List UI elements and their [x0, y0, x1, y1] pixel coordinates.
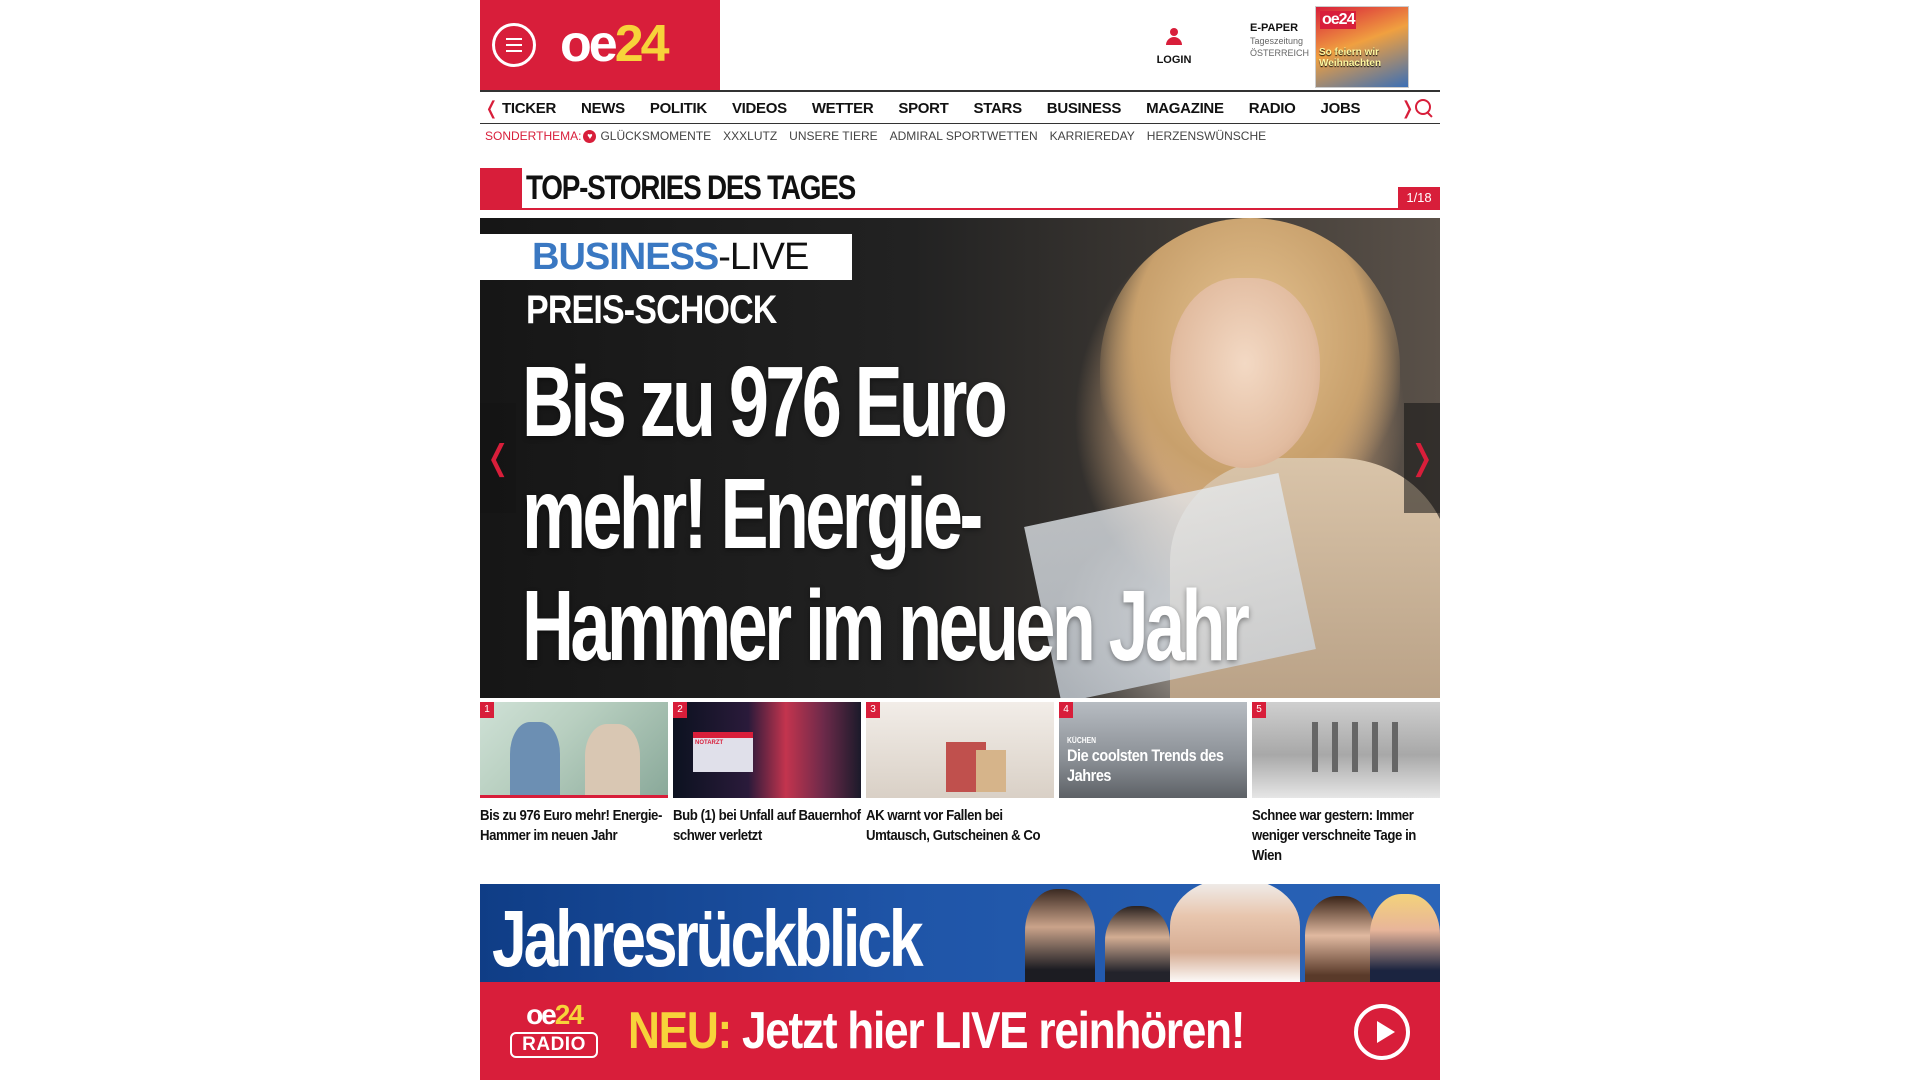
- heart-icon: ♥: [583, 129, 597, 143]
- epaper-cover[interactable]: oe24 So feiern wir Weihnachten: [1315, 6, 1409, 88]
- nav-item-jobs[interactable]: JOBS: [1321, 100, 1361, 117]
- section-marker: [480, 168, 522, 210]
- thumb-image: 5: [1252, 702, 1440, 798]
- special-topic-item[interactable]: HERZENSWÜNSCHE: [1147, 129, 1266, 143]
- thumb-overlay-title: Die coolsten Trends des Jahres: [1067, 746, 1224, 785]
- thumb-caption: Bub (1) bei Unfall auf Bauernhof schwer …: [673, 807, 861, 844]
- special-topic-item[interactable]: XXXLUTZ: [723, 129, 777, 143]
- thumb-story-2[interactable]: NOTARZT 2 Bub (1) bei Unfall auf Bauernh…: [673, 702, 861, 846]
- hero-kicker: PREIS-SCHOCK: [526, 288, 777, 332]
- login-label: LOGIN: [1156, 54, 1192, 66]
- thumb-story-4[interactable]: KÜCHEN Die coolsten Trends des Jahres 4: [1059, 702, 1247, 806]
- special-topics: SONDERTHEMA: ♥ GLÜCKSMOMENTE XXXLUTZ UNSER…: [485, 128, 1278, 144]
- epaper-cover-headline: So feiern wir Weihnachten: [1319, 47, 1382, 69]
- thumb-caption: Bis zu 976 Euro mehr! Energie-Hammer im …: [480, 807, 662, 844]
- banner-title: Jahresrückblick: [492, 894, 924, 983]
- epaper-sub2: ÖSTERREICH: [1250, 48, 1310, 58]
- radio-banner[interactable]: Jahresrückblick oe24 RADIO NEU: Jetzt hi…: [480, 884, 1440, 1080]
- nav-item-wetter[interactable]: WETTER: [812, 100, 874, 117]
- nav-item-news[interactable]: NEWS: [581, 100, 625, 117]
- thumb-caption: Schnee war gestern: Immer weniger versch…: [1252, 807, 1416, 864]
- thumb-caption: AK warnt vor Fallen bei Umtausch, Gutsch…: [866, 807, 1041, 844]
- nav-items: TICKER NEWS POLITIK VIDEOS WETTER SPORT STARS B…: [502, 92, 1385, 124]
- banner-portrait: [1025, 889, 1095, 984]
- banner-portrait: [1370, 894, 1440, 984]
- radio-cta[interactable]: oe24 RADIO NEU: Jetzt hier LIVE reinhöre…: [480, 982, 1440, 1080]
- thumb-overlay-kicker: KÜCHEN: [1067, 736, 1097, 745]
- login-button[interactable]: LOGIN: [1148, 28, 1200, 68]
- special-topic-item[interactable]: ADMIRAL SPORTWETTEN: [890, 129, 1038, 143]
- radio-cta-new: NEU:: [628, 1002, 732, 1060]
- hero-headline-line: Bis zu 976 Euro: [522, 346, 1008, 458]
- epaper-link[interactable]: E-PAPER Tageszeitung ÖSTERREICH: [1250, 22, 1320, 59]
- hero-story[interactable]: BUSINESS-LIVE PREIS-SCHOCK Bis zu 976 Eu…: [480, 218, 1440, 698]
- epaper-title: E-PAPER: [1250, 22, 1299, 34]
- radio-cta-message: Jetzt hier LIVE reinhören!: [730, 1002, 1246, 1060]
- slide-counter: 1/18: [1398, 187, 1440, 208]
- special-topics-label: SONDERTHEMA:: [485, 129, 582, 143]
- page: oe24 LOGIN E-PAPER Tageszeitung ÖSTERREI…: [480, 0, 1440, 1080]
- radio-cta-text: NEU: Jetzt hier LIVE reinhören!: [628, 1000, 1246, 1062]
- business-live-tag: BUSINESS-LIVE: [480, 234, 852, 280]
- epaper-cover-logo: oe24: [1320, 11, 1357, 29]
- thumb-number: 2: [673, 702, 687, 718]
- special-topic-item[interactable]: KARRIEREDAY: [1050, 129, 1135, 143]
- thumb-number: 5: [1252, 702, 1266, 718]
- hero-headline-line: mehr! Energie-: [522, 458, 983, 570]
- thumb-number: 1: [480, 702, 494, 718]
- radio-logo-label: RADIO: [510, 1032, 598, 1058]
- banner-portrait: [1105, 906, 1170, 984]
- nav-item-business[interactable]: BUSINESS: [1047, 100, 1122, 117]
- search-icon[interactable]: [1414, 98, 1434, 118]
- live-tag-text: -LIVE: [718, 236, 809, 278]
- nav-item-magazine[interactable]: MAGAZINE: [1146, 100, 1224, 117]
- brand-block: oe24: [480, 0, 720, 90]
- hero-image-face: [1170, 278, 1320, 468]
- year-review-banner: Jahresrückblick: [480, 884, 1440, 984]
- thumb-image-text: NOTARZT: [695, 740, 724, 746]
- user-icon: [1166, 28, 1182, 46]
- nav-scroll-right-icon[interactable]: ❭: [1400, 98, 1415, 118]
- site-logo[interactable]: oe24: [560, 18, 670, 70]
- slider-prev-icon[interactable]: ❬: [480, 403, 516, 513]
- hero-headline[interactable]: Bis zu 976 Euro mehr! Energie- Hammer im…: [522, 346, 1250, 682]
- business-tag-text: BUSINESS: [532, 236, 719, 278]
- section-title: TOP-STORIES DES TAGES: [526, 169, 856, 207]
- thumb-image: 3: [866, 702, 1054, 798]
- story-thumbnails: 1 Bis zu 976 Euro mehr! Energie-Hammer i…: [480, 702, 1440, 864]
- main-nav: ❬ TICKER NEWS POLITIK VIDEOS WETTER SPORT STAR…: [480, 90, 1440, 124]
- thumb-number: 3: [866, 702, 880, 718]
- play-icon[interactable]: [1354, 1004, 1410, 1060]
- nav-item-sport[interactable]: SPORT: [898, 100, 948, 117]
- menu-icon[interactable]: [492, 23, 536, 67]
- special-topic-item[interactable]: GLÜCKSMOMENTE: [600, 129, 711, 143]
- hero-headline-line: Hammer im neuen Jahr: [522, 570, 1250, 682]
- radio-logo: oe24 RADIO: [508, 1000, 600, 1064]
- thumb-story-5[interactable]: 5 Schnee war gestern: Immer weniger vers…: [1252, 702, 1440, 866]
- thumb-image: 1: [480, 702, 668, 798]
- nav-item-politik[interactable]: POLITIK: [650, 100, 707, 117]
- banner-portrait: [1305, 896, 1375, 984]
- thumb-story-3[interactable]: 3 AK warnt vor Fallen bei Umtausch, Guts…: [866, 702, 1054, 846]
- nav-item-ticker[interactable]: TICKER: [502, 100, 556, 117]
- section-underline: [522, 208, 1440, 210]
- banner-portrait: [1170, 884, 1300, 984]
- top-stories-header: TOP-STORIES DES TAGES 1/18: [480, 168, 1440, 210]
- slider-next-icon[interactable]: ❭: [1404, 403, 1440, 513]
- nav-scroll-left-icon[interactable]: ❬: [484, 98, 499, 118]
- thumb-image: KÜCHEN Die coolsten Trends des Jahres 4: [1059, 702, 1247, 798]
- header: oe24 LOGIN E-PAPER Tageszeitung ÖSTERREI…: [480, 0, 1440, 90]
- epaper-sub: Tageszeitung: [1250, 36, 1304, 46]
- thumb-image: NOTARZT 2: [673, 702, 861, 798]
- nav-item-stars[interactable]: STARS: [974, 100, 1023, 117]
- nav-item-radio[interactable]: RADIO: [1249, 100, 1296, 117]
- thumb-number: 4: [1059, 702, 1073, 718]
- nav-item-videos[interactable]: VIDEOS: [732, 100, 787, 117]
- thumb-overlay: KÜCHEN Die coolsten Trends des Jahres: [1067, 736, 1237, 786]
- thumb-story-1[interactable]: 1 Bis zu 976 Euro mehr! Energie-Hammer i…: [480, 702, 668, 846]
- special-topic-item[interactable]: UNSERE TIERE: [789, 129, 877, 143]
